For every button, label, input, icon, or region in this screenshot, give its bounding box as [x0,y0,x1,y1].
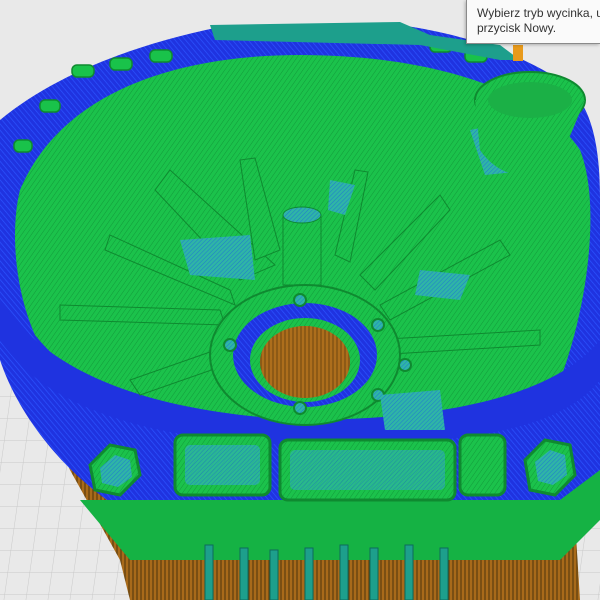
tooltip-line-1: Wybierz tryb wycinka, używ [477,6,600,20]
seam-marker [513,45,523,61]
slice-preview-viewport[interactable] [0,0,600,600]
center-post [282,206,322,286]
tooltip-line-2: przycisk Nowy. [477,21,557,35]
tooltip: Wybierz tryb wycinka, używ przycisk Nowy… [466,0,600,44]
